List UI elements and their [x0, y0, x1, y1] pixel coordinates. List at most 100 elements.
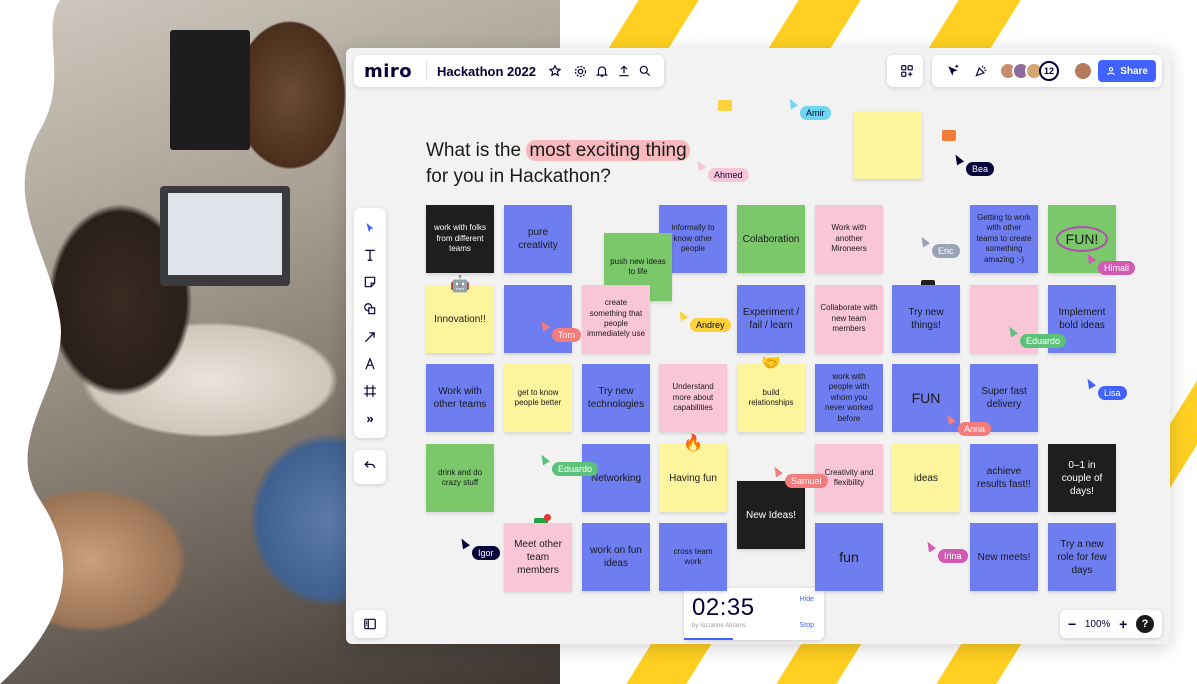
share-label: Share — [1120, 65, 1148, 77]
sticky-note[interactable]: Meet other team members — [504, 523, 572, 591]
text-tool-icon[interactable] — [359, 244, 381, 266]
sidebar-icon — [364, 618, 376, 630]
photo-monitor — [170, 30, 250, 150]
sticky-note[interactable]: Try a new role for few days — [1048, 523, 1116, 591]
sticky-note[interactable]: work with folks from different teams — [426, 205, 494, 273]
help-button[interactable]: ? — [1135, 615, 1154, 633]
frames-panel-button[interactable] — [354, 610, 386, 638]
sticky-note[interactable]: get to know people better — [504, 364, 572, 432]
sticky-note[interactable] — [854, 111, 922, 179]
sticky-note[interactable]: Try new things! — [892, 285, 960, 353]
sticky-note[interactable] — [504, 285, 572, 353]
current-user-avatar[interactable] — [1073, 61, 1093, 81]
user-icon — [1107, 67, 1116, 76]
sticky-note[interactable]: Getting to work with other teams to crea… — [970, 205, 1038, 273]
comment-icon[interactable] — [718, 100, 732, 111]
sticky-note[interactable]: Understand more about capabilities — [659, 364, 727, 432]
zoom-out-icon[interactable]: − — [1068, 616, 1076, 632]
collaborator-cursor: Lisa — [1084, 376, 1127, 400]
sticky-note[interactable]: work on fun ideas — [582, 523, 650, 591]
sticky-note-text: Super fast delivery — [981, 386, 1027, 410]
sticky-note-text: build relationships — [748, 387, 794, 407]
sticky-note-text: Try a new role for few days — [1057, 538, 1107, 576]
divider — [426, 61, 427, 81]
sticky-note-text: 0–1 in couple of days! — [1061, 459, 1103, 497]
shapes-tool-icon[interactable] — [359, 298, 381, 320]
timer-progress-bar — [684, 638, 733, 640]
collaborator-cursor: Amir — [786, 96, 831, 120]
fire-icon: 🔥 — [683, 435, 703, 452]
handshake-icon: 🤝 — [761, 355, 781, 372]
cursor-arrow-icon — [458, 536, 470, 550]
sticky-note-text: Colaboration — [742, 233, 800, 245]
board-header: miro Hackathon 2022 — [354, 55, 664, 87]
sticky-note[interactable]: drink and do crazy stuff — [426, 444, 494, 512]
cursor-name-label: Amir — [800, 106, 831, 120]
sticky-note[interactable]: Collaborate with new team members — [815, 285, 883, 353]
collaborator-count[interactable]: 12 — [1039, 61, 1059, 81]
cursor-arrow-icon — [1084, 251, 1096, 265]
share-button[interactable]: Share — [1098, 60, 1156, 82]
robot-icon: 🤖 — [450, 276, 470, 293]
sticky-note-text: Try new technologies — [587, 386, 645, 410]
apps-icon[interactable] — [896, 60, 918, 82]
cursor-name-label: Eric — [932, 244, 960, 258]
sticky-note-tool-icon[interactable] — [359, 271, 381, 293]
cursor-tool-icon[interactable] — [942, 60, 964, 82]
sticky-note-text: Getting to work with other teams to crea… — [976, 213, 1032, 264]
cursor-arrow-icon — [952, 152, 964, 166]
upload-icon[interactable] — [615, 60, 633, 82]
collaborator-cursor: Eric — [918, 234, 960, 258]
board-title[interactable]: Hackathon 2022 — [437, 64, 536, 79]
sticky-note-text: work on fun ideas — [590, 545, 642, 569]
sticky-note[interactable]: Work with another Mironeers — [815, 205, 883, 273]
select-tool-icon[interactable] — [359, 217, 381, 239]
cursor-name-label: Eduardo — [552, 462, 599, 476]
cursor-name-label: Irina — [938, 549, 968, 563]
more-tools-icon[interactable]: » — [359, 407, 381, 429]
sticky-note[interactable]: 0–1 in couple of days! — [1048, 444, 1116, 512]
timer-stop-button[interactable]: Stop — [800, 622, 814, 629]
undo-icon[interactable] — [363, 458, 377, 477]
cursor-arrow-icon — [1006, 324, 1018, 338]
miro-logo[interactable]: miro — [364, 61, 412, 82]
settings-icon[interactable] — [572, 60, 590, 82]
sticky-note[interactable]: Work with other teams — [426, 364, 494, 432]
sticky-note-text: New meets! — [977, 551, 1031, 563]
sticky-note[interactable]: Innovation!! 🤖 — [426, 276, 494, 353]
timer-hide-button[interactable]: Hide — [800, 596, 814, 603]
sticky-note[interactable]: ideas — [892, 444, 960, 512]
sticky-note[interactable]: pure creativity — [504, 205, 572, 273]
board-question[interactable]: What is the most exciting thing for you … — [426, 138, 690, 190]
star-icon[interactable] — [546, 60, 564, 82]
pen-tool-icon[interactable] — [359, 353, 381, 375]
sticky-note[interactable]: fun — [815, 523, 883, 591]
timer-widget: 02:35 by Suzanne Abrams Hide Stop — [684, 588, 824, 640]
sticky-note[interactable]: Try new technologies — [582, 364, 650, 432]
timer-time: 02:35 — [692, 594, 755, 621]
sticky-note[interactable]: achieve results fast!! — [970, 444, 1038, 512]
miro-board[interactable]: miro Hackathon 2022 12 Share » − 100% + … — [346, 48, 1170, 644]
sticky-note[interactable]: New Ideas! — [737, 481, 805, 549]
sticky-note[interactable]: New meets! — [970, 523, 1038, 591]
decor-stripe — [626, 640, 714, 684]
search-icon[interactable] — [636, 60, 654, 82]
sticky-note[interactable]: cross team work — [659, 523, 727, 591]
sticky-note[interactable]: Experiment / fail / learn — [737, 285, 805, 353]
sticky-note[interactable]: Colaboration — [737, 205, 805, 273]
bell-icon[interactable] — [593, 60, 611, 82]
zoom-in-icon[interactable]: + — [1119, 616, 1127, 632]
celebrate-icon[interactable] — [970, 60, 992, 82]
comment-icon[interactable] — [942, 130, 956, 141]
sticky-note[interactable]: Having fun 🔥 — [659, 435, 727, 512]
avatar-stack[interactable]: 12 — [999, 61, 1059, 81]
photo-laptop-screen — [168, 193, 282, 275]
sticky-note[interactable]: create something that people immediately… — [582, 285, 650, 353]
sticky-note[interactable]: build relationships 🤝 — [737, 355, 805, 432]
sticky-note[interactable]: work with people with whom you never wor… — [815, 364, 883, 432]
connector-tool-icon[interactable] — [359, 326, 381, 348]
zoom-level[interactable]: 100% — [1085, 619, 1111, 630]
cursor-name-label: Himali — [1098, 261, 1136, 275]
frame-tool-icon[interactable] — [359, 380, 381, 402]
collaborator-cursor: Andrey — [676, 308, 731, 332]
